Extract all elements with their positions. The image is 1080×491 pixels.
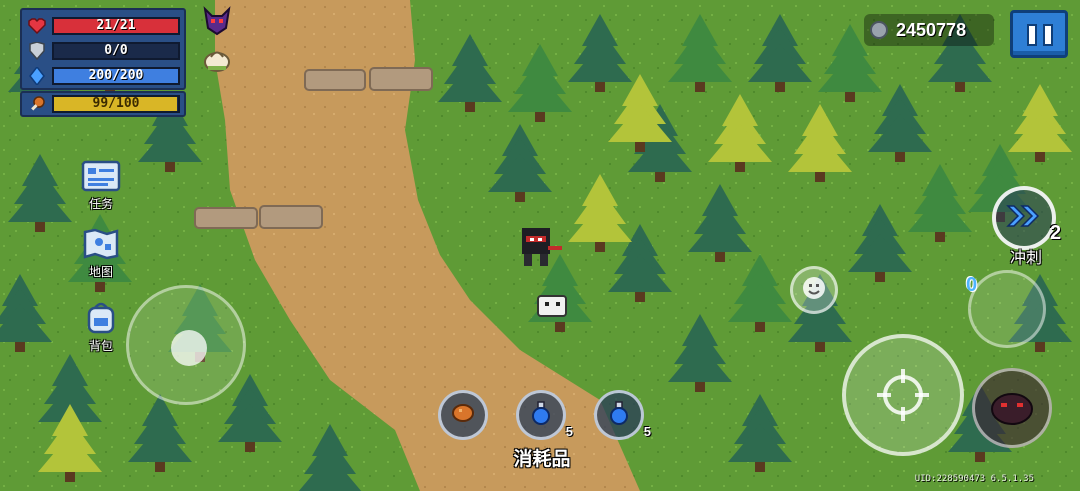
map-icon	[81, 228, 121, 260]
quest-label: 任务	[88, 197, 113, 211]
dash-arrows-icon	[1004, 203, 1044, 233]
pet-companion	[537, 295, 567, 317]
consumable-count-3: 5	[643, 424, 651, 439]
armor-text: 0/0	[104, 42, 128, 58]
drumstick-icon	[26, 94, 48, 114]
steamed-bun-buff-icon	[202, 44, 232, 74]
hunger-bar: 99/100	[52, 95, 180, 113]
heart-icon	[26, 16, 48, 36]
blue-potion-icon	[608, 400, 630, 430]
armor-row: 0/0	[26, 38, 180, 63]
dash-skill-label: 冲刺	[1009, 250, 1042, 267]
attack-button[interactable]	[842, 334, 964, 456]
movement-joystick[interactable]	[126, 285, 246, 405]
joystick-knob[interactable]	[171, 330, 207, 366]
backpack-label: 背包	[88, 339, 113, 353]
pause-icon	[1027, 24, 1037, 46]
weapon-count: 0	[966, 274, 978, 296]
map-label: 地图	[88, 265, 113, 279]
shadow-creature-icon	[989, 389, 1035, 431]
map-button[interactable]: 地图	[71, 228, 131, 280]
blue-potion-icon	[530, 400, 552, 430]
uid-version: UID:228590473 6.5.1.35	[914, 474, 1034, 484]
health-text: 21/21	[96, 17, 136, 33]
character-skill-button[interactable]	[972, 368, 1052, 448]
energy-crystal-icon	[26, 66, 48, 86]
energy-row: 200/200	[26, 63, 180, 88]
consumable-slot-2[interactable]: 5	[516, 390, 573, 440]
consumables-label: 消耗品	[513, 449, 571, 470]
pause-button[interactable]	[1010, 10, 1068, 58]
health-bar: 21/21	[52, 16, 180, 35]
consumable-slot-1[interactable]	[438, 390, 488, 440]
energy-bar: 200/200	[52, 66, 180, 85]
dash-skill-count: 2	[1050, 222, 1062, 244]
emote-button[interactable]	[790, 266, 838, 314]
demon-horn-buff-icon	[202, 6, 232, 36]
quest-button[interactable]: 任务	[71, 160, 131, 212]
energy-text: 200/200	[88, 67, 144, 83]
stat-panel: 21/21 0/0 200/200	[20, 8, 186, 90]
consumable-slot-3[interactable]: 5	[594, 390, 651, 440]
shield-icon	[26, 41, 48, 61]
crosshair-icon	[875, 367, 931, 427]
backpack-icon	[81, 302, 121, 334]
dash-skill-button[interactable]	[992, 186, 1056, 250]
coin-counter: 2450778	[864, 14, 994, 46]
weapon-swap-button[interactable]	[968, 270, 1046, 348]
consumable-count-2: 5	[565, 424, 573, 439]
quest-icon	[81, 160, 121, 192]
gem-coin-icon	[870, 21, 888, 39]
hunger-text: 99/100	[92, 96, 140, 111]
coin-value: 2450778	[896, 19, 967, 40]
health-row: 21/21	[26, 13, 180, 38]
smiley-icon	[801, 275, 827, 305]
hunger-panel: 99/100	[20, 91, 186, 117]
backpack-button[interactable]: 背包	[71, 302, 131, 354]
armor-bar: 0/0	[52, 41, 180, 60]
pause-icon-bar	[1043, 24, 1053, 46]
roast-meat-icon	[450, 401, 476, 429]
